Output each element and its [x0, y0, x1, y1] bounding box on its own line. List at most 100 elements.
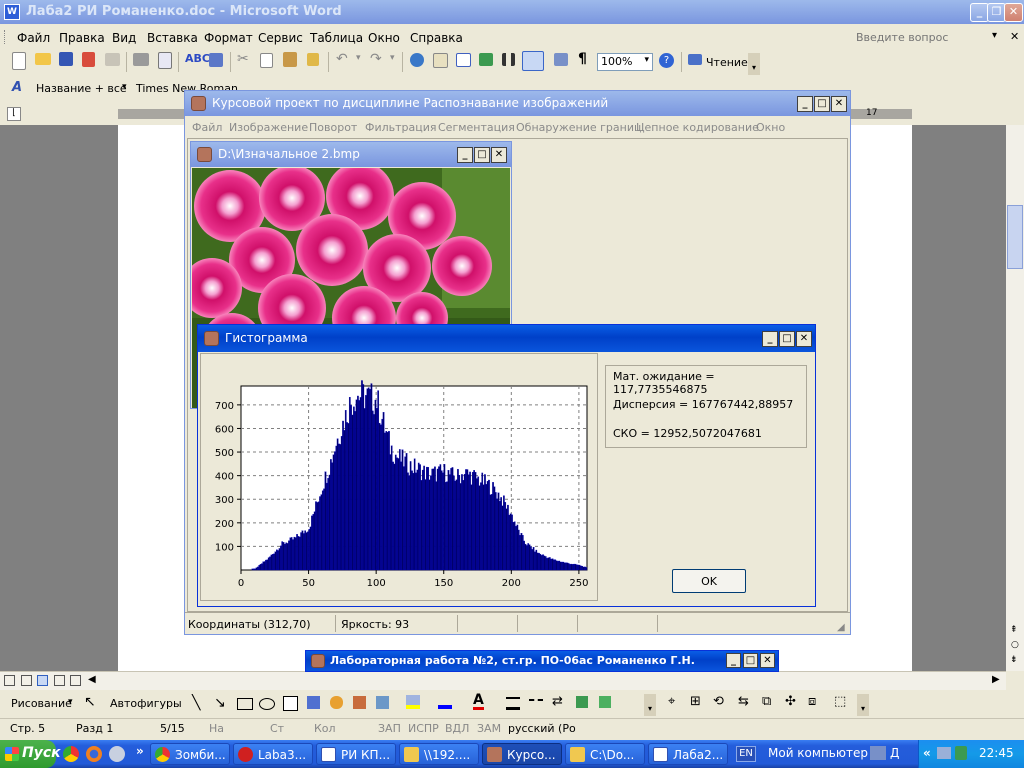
- vertical-scrollbar[interactable]: ⇞ ○ ⇟: [1006, 125, 1024, 671]
- image-maximize-icon[interactable]: □: [474, 147, 490, 163]
- histogram-minimize-icon[interactable]: _: [762, 331, 778, 347]
- resize-grip-icon[interactable]: ◢: [837, 622, 845, 633]
- ask-question-input[interactable]: [856, 29, 988, 45]
- histogram-title-bar[interactable]: Гистограмма _ □ ✕: [198, 325, 815, 352]
- lab-close-icon[interactable]: ✕: [760, 653, 775, 668]
- app-menu-edges[interactable]: Обнаружение границ: [516, 121, 641, 134]
- print-preview-icon[interactable]: [158, 52, 172, 69]
- drawing-more-icon[interactable]: ▾: [857, 694, 869, 716]
- status-ext[interactable]: ВДЛ: [445, 722, 469, 735]
- ask-dropdown-icon[interactable]: ▾: [992, 30, 997, 41]
- redo-icon[interactable]: ↷: [370, 51, 388, 69]
- app-menu-image[interactable]: Изображение: [229, 121, 308, 134]
- open-folder-icon[interactable]: [35, 53, 51, 65]
- histogram-maximize-icon[interactable]: □: [779, 331, 795, 347]
- line-icon[interactable]: ╲: [192, 695, 200, 711]
- lab-window[interactable]: Лабораторная работа №2, ст.гр. ПО-06ас Р…: [305, 650, 779, 672]
- app-menu-chain[interactable]: Цепное кодирование: [636, 121, 759, 134]
- scroll-right-icon[interactable]: ▶: [992, 674, 1000, 685]
- diagram-icon[interactable]: [330, 696, 343, 709]
- arrow-icon[interactable]: ↘: [214, 695, 226, 711]
- cut-icon[interactable]: ✂: [237, 51, 255, 69]
- toolbar-options-icon[interactable]: ▾: [748, 53, 760, 75]
- reading-view-icon[interactable]: [70, 675, 81, 686]
- menu-insert[interactable]: Вставка: [147, 31, 198, 45]
- lab-maximize-icon[interactable]: □: [743, 653, 758, 668]
- firefox-quicklaunch-icon[interactable]: [86, 746, 102, 762]
- next-page-icon[interactable]: ⇟: [1010, 655, 1018, 665]
- image-title-bar[interactable]: D:\Изначальное 2.bmp _ □ ✕: [191, 142, 511, 167]
- menu-format[interactable]: Формат: [204, 31, 253, 45]
- app-menu-file[interactable]: Файл: [192, 121, 222, 134]
- autoshapes-menu[interactable]: Автофигуры: [110, 697, 182, 710]
- network-tray-icon[interactable]: [937, 747, 951, 759]
- tray-d-label[interactable]: Д: [890, 746, 899, 760]
- app-minimize-icon[interactable]: _: [797, 96, 813, 112]
- close-icon[interactable]: ✕: [1004, 3, 1023, 22]
- zoom-box[interactable]: 100% ▾: [597, 53, 653, 71]
- select-objects-icon[interactable]: ↖: [84, 694, 96, 710]
- image-close-icon[interactable]: ✕: [491, 147, 507, 163]
- research-icon[interactable]: [209, 53, 223, 67]
- insert-table-icon[interactable]: [456, 53, 471, 67]
- picture-icon[interactable]: [376, 696, 389, 709]
- desktop-toolbar-icon[interactable]: [870, 746, 886, 760]
- oval-icon[interactable]: [259, 698, 275, 710]
- status-trk[interactable]: ИСПР: [408, 722, 439, 735]
- connector-icon[interactable]: ⇆: [738, 694, 749, 709]
- spelling-icon[interactable]: ABC: [185, 52, 210, 70]
- fill-color-icon[interactable]: [406, 695, 420, 709]
- reading-label[interactable]: Чтение: [706, 56, 748, 69]
- status-ovr[interactable]: ЗАМ: [477, 722, 501, 735]
- taskbar-item-laba3[interactable]: Laba3...: [233, 743, 313, 765]
- prev-page-icon[interactable]: ⇞: [1010, 625, 1018, 635]
- app-close-icon[interactable]: ✕: [831, 96, 847, 112]
- shadow-style-icon[interactable]: [576, 696, 588, 708]
- lab-minimize-icon[interactable]: _: [726, 653, 741, 668]
- doc-close-icon[interactable]: ✕: [1010, 30, 1019, 43]
- scroll-left-icon[interactable]: ◀: [88, 674, 96, 685]
- copy-icon[interactable]: [260, 53, 273, 68]
- security-tray-icon[interactable]: [955, 746, 967, 760]
- app-menu-rotate[interactable]: Поворот: [309, 121, 357, 134]
- dash-style-icon[interactable]: [529, 699, 543, 702]
- draw-dropdown-icon[interactable]: ▾: [68, 697, 73, 707]
- ok-button[interactable]: OK: [672, 569, 746, 593]
- nudge-icon[interactable]: ✣: [785, 694, 796, 709]
- histogram-close-icon[interactable]: ✕: [796, 331, 812, 347]
- zoom-dropdown-icon[interactable]: ▾: [644, 55, 649, 65]
- email-icon[interactable]: [105, 53, 120, 66]
- edit-points-icon[interactable]: ⌖: [668, 694, 675, 709]
- rotate-icon[interactable]: ⟲: [713, 694, 724, 709]
- insert-excel-icon[interactable]: [479, 53, 493, 66]
- tray-expand-icon[interactable]: «: [923, 746, 931, 760]
- group-icon[interactable]: ⧈: [808, 694, 816, 709]
- wordart-icon[interactable]: [307, 696, 320, 709]
- app-menu-window[interactable]: Окно: [756, 121, 785, 134]
- rectangle-icon[interactable]: [237, 698, 253, 710]
- style-dropdown-icon[interactable]: ▾: [122, 82, 127, 92]
- undo-icon[interactable]: ↶: [336, 51, 354, 69]
- web-view-icon[interactable]: [21, 675, 32, 686]
- taskbar-item-docs[interactable]: C:\Do...: [565, 743, 645, 765]
- drawing-toggle-icon[interactable]: [522, 51, 544, 71]
- arrow-style-icon[interactable]: ⇄: [552, 694, 563, 709]
- word-title-bar[interactable]: W Лаба2 РИ Романенко.doc - Microsoft Wor…: [0, 0, 1024, 24]
- menu-tools[interactable]: Сервис: [258, 31, 303, 45]
- hyperlink-icon[interactable]: [410, 53, 424, 67]
- menu-help[interactable]: Справка: [410, 31, 463, 45]
- quicklaunch-more-icon[interactable]: »: [136, 744, 144, 758]
- menu-file[interactable]: Файл: [17, 31, 50, 45]
- histogram-chart[interactable]: 0 50 100 150 200 250 100 200 300 400 500 600 700: [201, 354, 597, 600]
- taskbar-item-zombie[interactable]: Зомби...: [150, 743, 230, 765]
- menu-table[interactable]: Таблица: [310, 31, 363, 45]
- print-icon[interactable]: [133, 53, 149, 66]
- taskbar-item-laba2[interactable]: Лаба2...: [648, 743, 728, 765]
- font-color-icon[interactable]: A: [473, 693, 484, 710]
- align-icon[interactable]: ⊞: [690, 694, 701, 709]
- format-painter-icon[interactable]: [307, 53, 319, 66]
- style-box[interactable]: Название + все: [36, 82, 127, 95]
- redo-dropdown-icon[interactable]: ▾: [390, 53, 408, 71]
- my-computer-label[interactable]: Мой компьютер: [768, 746, 868, 760]
- taskbar-item-kurso[interactable]: Курсо...: [482, 743, 562, 765]
